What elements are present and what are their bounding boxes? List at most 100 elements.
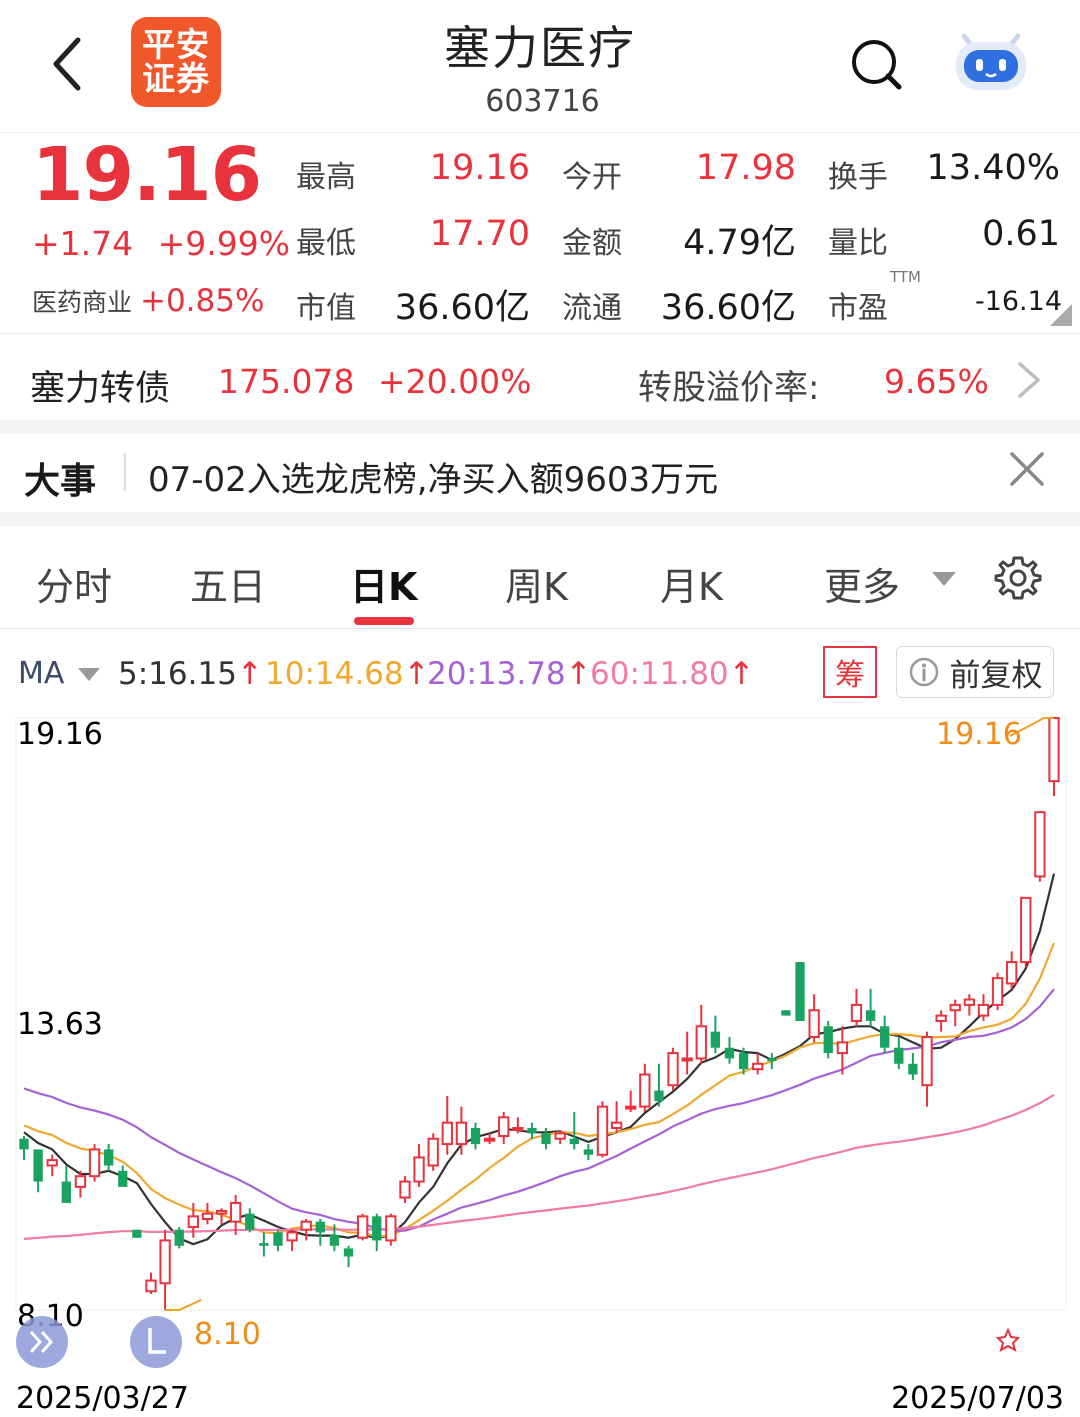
ma-selector[interactable]: MA	[18, 656, 64, 691]
caret-down-icon[interactable]	[78, 668, 100, 682]
market-cap-label: 市值	[296, 291, 356, 326]
candle-body	[413, 1156, 425, 1183]
tab-monthly-k[interactable]: 月K	[660, 556, 723, 611]
ma5-text: 5:16.15	[118, 656, 237, 692]
candle	[46, 1154, 58, 1177]
amount-label: 金额	[562, 226, 622, 261]
candle-body	[356, 1215, 369, 1239]
tab-more[interactable]: 更多	[824, 556, 900, 611]
candle-body	[583, 1149, 594, 1155]
close-icon[interactable]	[1006, 448, 1048, 490]
search-button[interactable]	[848, 36, 904, 92]
change-value: +1.74	[32, 224, 134, 263]
pe-ttm-superscript: TTM	[890, 268, 922, 286]
gear-icon	[994, 556, 1042, 600]
ma60-value: 60:11.80↑	[590, 656, 755, 692]
candles	[19, 717, 1060, 1310]
event-tag: 大事	[24, 461, 97, 502]
low-marker-leader	[165, 1299, 202, 1311]
candle-body	[667, 1052, 679, 1087]
sector-percent: +0.85%	[139, 283, 265, 319]
candle-body	[823, 1026, 833, 1054]
tab-intraday[interactable]: 分时	[36, 556, 112, 611]
star-marker-icon[interactable]	[995, 1327, 1021, 1353]
search-icon	[852, 40, 902, 90]
ma20-value: 20:13.78↑	[427, 656, 592, 692]
candle-body	[836, 1041, 849, 1055]
open-value: 17.98	[695, 148, 796, 188]
candle	[908, 1053, 918, 1080]
candle-body	[441, 1121, 453, 1146]
candle	[963, 994, 975, 1016]
assistant-button[interactable]	[950, 28, 1032, 94]
candle	[118, 1165, 128, 1187]
candle	[498, 1111, 510, 1145]
candle-body	[132, 1229, 142, 1238]
premium-label: 转股溢价率:	[638, 368, 820, 408]
candle	[356, 1213, 369, 1241]
candle-body	[343, 1248, 354, 1257]
chart-settings-button[interactable]	[994, 554, 1042, 602]
ma60-text: 60:11.80	[590, 656, 729, 692]
tab-five-day[interactable]: 五日	[190, 556, 266, 611]
candle	[512, 1117, 524, 1134]
expand-left-button[interactable]	[16, 1316, 68, 1368]
high-marker: 19.16	[936, 717, 1054, 752]
low-value: 17.70	[429, 214, 530, 254]
candle	[1006, 951, 1018, 989]
candle	[610, 1101, 623, 1134]
candle	[88, 1144, 101, 1182]
corner-expand-icon[interactable]	[1050, 304, 1072, 326]
pe-label: 市盈	[828, 291, 888, 326]
candle-body	[300, 1220, 312, 1231]
end-date-label: 2025/07/03	[891, 1381, 1064, 1416]
candle-body	[781, 1010, 791, 1016]
candle	[132, 1229, 142, 1238]
candle-body	[554, 1132, 566, 1140]
event-text[interactable]: 07-02入选龙虎榜,净买入额9603万元	[148, 452, 718, 501]
candle	[104, 1144, 114, 1171]
price-adjust-button[interactable]: 前复权	[896, 646, 1054, 698]
candle-body	[385, 1215, 397, 1242]
candle	[949, 999, 961, 1027]
candle	[596, 1101, 609, 1158]
candle-body	[273, 1232, 283, 1246]
tab-weekly-k[interactable]: 周K	[505, 556, 568, 611]
candle-body	[654, 1090, 664, 1102]
candle	[372, 1213, 382, 1252]
candle	[795, 962, 805, 1021]
jump-start-button[interactable]	[130, 1316, 182, 1368]
high-label: 最高	[296, 160, 356, 195]
candle	[710, 1015, 721, 1054]
candle	[639, 1063, 651, 1112]
chip-distribution-button[interactable]: 筹	[823, 646, 877, 698]
candle-body	[329, 1235, 340, 1246]
candle-body	[908, 1063, 918, 1075]
pe-value: -16.14	[974, 286, 1062, 317]
volume-ratio-value: 0.61	[982, 214, 1060, 254]
candle	[808, 994, 820, 1043]
divider	[0, 628, 1080, 629]
candle-body	[527, 1128, 537, 1134]
candle-body	[795, 962, 805, 1021]
sector-link[interactable]: 医药商业 +0.85%	[32, 283, 264, 319]
tab-daily-k[interactable]: 日K	[350, 556, 417, 611]
candle-body	[921, 1036, 933, 1087]
low-marker-text: 8.10	[194, 1317, 261, 1352]
candle-body	[865, 1010, 876, 1021]
candle-body	[1020, 896, 1032, 964]
ma20-line	[23, 988, 1055, 1233]
candle-body	[315, 1221, 325, 1233]
arrow-up-icon: ↑	[403, 656, 430, 692]
candle	[245, 1208, 255, 1233]
chevron-right-icon	[1018, 362, 1040, 398]
kline-chart[interactable]: 19.16 13.63 8.10 19.16 8.10 2025/03/27 2…	[0, 700, 1080, 1417]
section-gap	[0, 420, 1080, 434]
ma5-value: 5:16.15↑	[118, 656, 263, 692]
candle-body	[710, 1031, 721, 1048]
candle-body	[1048, 717, 1060, 783]
candle	[654, 1063, 664, 1107]
candle-body	[159, 1239, 171, 1285]
candle-body	[949, 1003, 961, 1012]
candle	[315, 1219, 325, 1246]
